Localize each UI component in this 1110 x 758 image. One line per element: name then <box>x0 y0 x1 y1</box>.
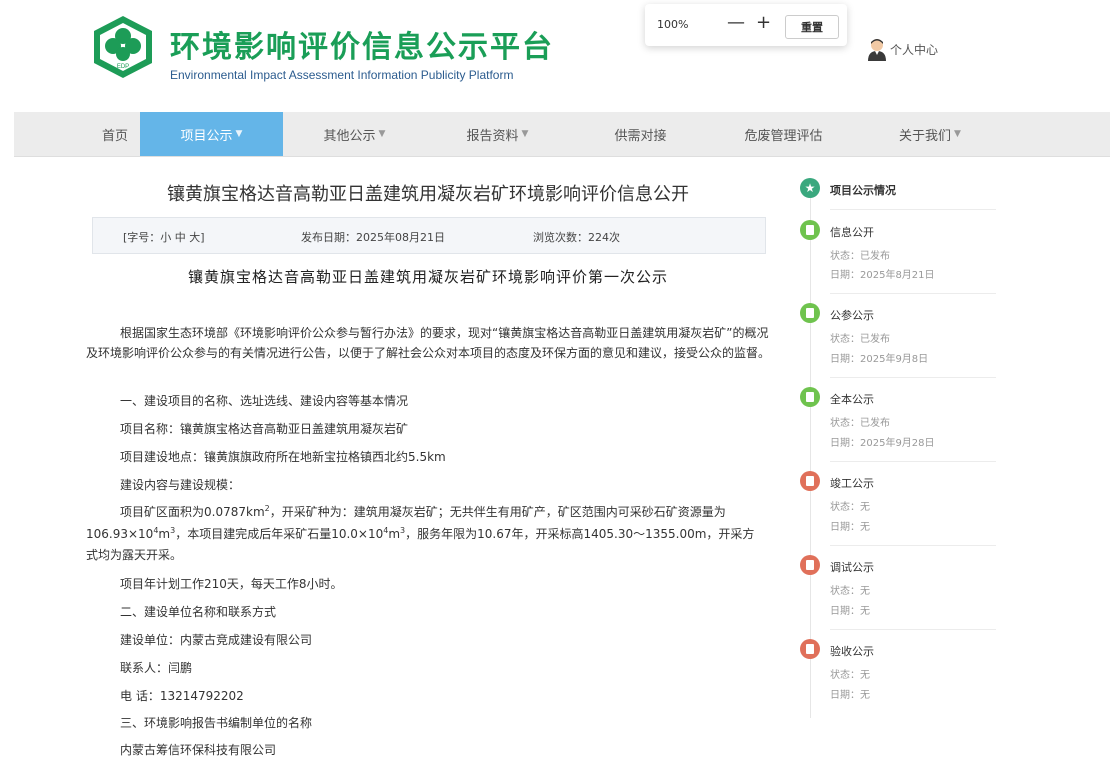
article-meta-bar: [字号：小 中 大] 发布日期：2025年08月21日 浏览次数：224次 <box>92 217 766 254</box>
nav-about-us[interactable]: 关于我们 ▼ <box>855 112 1005 156</box>
unit-m-a: m <box>158 527 171 541</box>
timeline-item-name[interactable]: 竣工公示 <box>830 475 874 491</box>
article-title: 镶黄旗宝格达音高勒亚日盖建筑用凝灰岩矿环境影响评价信息公开 <box>167 184 689 205</box>
nav-hazard-label: 危废管理评估 <box>744 128 823 144</box>
zoom-out-button[interactable]: — <box>727 12 745 33</box>
section-heading-3: 三、环境影响报告书编制单位的名称 <box>120 716 313 730</box>
unit-m-b: m <box>388 527 401 541</box>
main-nav: 首页 项目公示 ▼ 其他公示 ▼ 报告资料 ▼ 供需对接 危废管理评估 关于我们 ▼ <box>14 112 1110 157</box>
timeline-item-status: 状态：无 <box>830 586 870 597</box>
document-icon <box>800 220 820 240</box>
section-heading-1: 一、建设项目的名称、选址选线、建设内容等基本情况 <box>120 394 409 408</box>
timeline-heading: 项目公示情况 <box>830 184 896 197</box>
nav-report-label: 报告资料 <box>466 128 519 144</box>
intro-paragraph: 根据国家生态环境部《环境影响评价公众参与暂行办法》的要求，现对“镶黄旗宝格达音高… <box>86 326 771 360</box>
zoom-reset-button[interactable]: 重置 <box>785 15 839 39</box>
timeline-item-date: 日期：2025年8月21日 <box>830 270 935 281</box>
work-schedule: 项目年计划工作210天，每天工作8小时。 <box>120 577 343 591</box>
user-center-label: 个人中心 <box>890 42 939 57</box>
nav-home[interactable]: 首页 <box>90 112 140 156</box>
scale-label: 建设内容与建设规模： <box>120 478 241 492</box>
nav-supply-label: 供需对接 <box>614 128 667 144</box>
scale-service: ，服务年限为10.67年，开采标高1405.30～1355.00m，开采方 <box>405 527 755 541</box>
nav-other-label: 其他公示 <box>323 128 376 144</box>
scale-resource: 106.93×10 <box>86 527 154 541</box>
timeline-divider <box>830 209 996 210</box>
nav-other-publicity[interactable]: 其他公示 ▼ <box>283 112 426 156</box>
timeline-item-name[interactable]: 验收公示 <box>830 643 874 659</box>
logo-text: EDP <box>117 64 129 70</box>
timeline-item-name[interactable]: 信息公开 <box>830 224 874 240</box>
timeline-item-name[interactable]: 调试公示 <box>830 559 874 575</box>
nav-supply-demand[interactable]: 供需对接 <box>569 112 712 156</box>
scale-text-line3: 式均为露天开采。 <box>86 548 183 562</box>
timeline-item-date: 日期：2025年9月28日 <box>830 438 935 449</box>
project-location: 项目建设地点：镶黄旗旗政府所在地新宝拉格镇西北约5.5km <box>120 450 446 464</box>
timeline-item-date: 日期：无 <box>830 690 870 701</box>
document-icon <box>800 639 820 659</box>
project-name: 项目名称：镶黄旗宝格达音高勒亚日盖建筑用凝灰岩矿 <box>120 422 409 436</box>
article-subtitle: 镶黄旗宝格达音高勒亚日盖建筑用凝灰岩矿环境影响评价第一次公示 <box>187 268 668 286</box>
scale-annual: ，本项目建完成后年采矿石量10.0×10 <box>175 527 384 541</box>
timeline-item-name[interactable]: 全本公示 <box>830 391 874 407</box>
timeline-item-date: 日期：无 <box>830 522 870 533</box>
chevron-down-icon: ▼ <box>521 129 529 139</box>
contact-person: 联系人：闫鹏 <box>120 661 193 675</box>
site-subtitle: Environmental Impact Assessment Informat… <box>170 68 514 82</box>
timeline-item-status: 状态：已发布 <box>830 251 890 262</box>
document-icon <box>800 387 820 407</box>
timeline-item-status: 状态：已发布 <box>830 334 890 345</box>
document-icon <box>800 303 820 323</box>
zoom-level: 100% <box>657 18 689 31</box>
timeline-item-date: 日期：2025年9月8日 <box>830 354 929 365</box>
user-center-link[interactable]: 个人中心 <box>866 37 938 61</box>
publish-date: 发布日期：2025年08月21日 <box>301 231 445 244</box>
timeline-item-date: 日期：无 <box>830 606 870 617</box>
timeline-divider <box>830 377 996 378</box>
timeline-item-status: 状态：无 <box>830 502 870 513</box>
timeline-item-status: 状态：无 <box>830 670 870 681</box>
timeline-divider <box>830 629 996 630</box>
chevron-down-icon: ▼ <box>378 129 386 139</box>
nav-project-label: 项目公示 <box>180 128 233 144</box>
preparation-unit: 内蒙古筹信环保科技有限公司 <box>120 743 277 757</box>
nav-about-label: 关于我们 <box>899 128 952 144</box>
timeline-item-status: 状态：已发布 <box>830 418 890 429</box>
timeline-item-name[interactable]: 公参公示 <box>830 307 874 323</box>
document-icon <box>800 555 820 575</box>
site-title: 环境影响评价信息公示平台 <box>170 30 554 65</box>
nav-project-publicity[interactable]: 项目公示 ▼ <box>140 112 283 156</box>
timeline-divider <box>830 461 996 462</box>
timeline-divider <box>830 545 996 546</box>
scale-mineral: ，开采矿种为：建筑用凝灰岩矿；无共伴生有用矿产，矿区范围内可采砂石矿资源量为 <box>269 505 726 519</box>
section-heading-2: 二、建设单位名称和联系方式 <box>120 605 277 619</box>
document-icon <box>800 471 820 491</box>
scale-area: 项目矿区面积为0.0787km <box>120 505 265 519</box>
nav-home-label: 首页 <box>101 128 128 144</box>
star-icon: ★ <box>800 178 820 198</box>
chevron-down-icon: ▼ <box>954 129 961 139</box>
platform-logo: EDP <box>94 16 152 78</box>
nav-hazard-waste[interactable]: 危废管理评估 <box>712 112 855 156</box>
view-count: 浏览次数：224次 <box>533 231 620 244</box>
scale-text-line1: 项目矿区面积为0.0787km2，开采矿种为：建筑用凝灰岩矿；无共伴生有用矿产，… <box>120 503 726 520</box>
contact-phone: 电 话：13214792202 <box>120 689 244 703</box>
avatar-icon <box>868 39 886 61</box>
builder-unit: 建设单位：内蒙古竞成建设有限公司 <box>120 633 313 647</box>
zoom-control: 100% — + 重置 <box>645 4 847 46</box>
chevron-down-icon: ▼ <box>235 129 243 139</box>
nav-report-materials[interactable]: 报告资料 ▼ <box>426 112 569 156</box>
zoom-in-button[interactable]: + <box>756 12 771 33</box>
scale-text-line2: 106.93×104m3，本项目建完成后年采矿石量10.0×104m3，服务年限… <box>86 525 754 542</box>
font-size-switcher[interactable]: [字号：小 中 大] <box>123 229 205 245</box>
timeline-divider <box>830 293 996 294</box>
